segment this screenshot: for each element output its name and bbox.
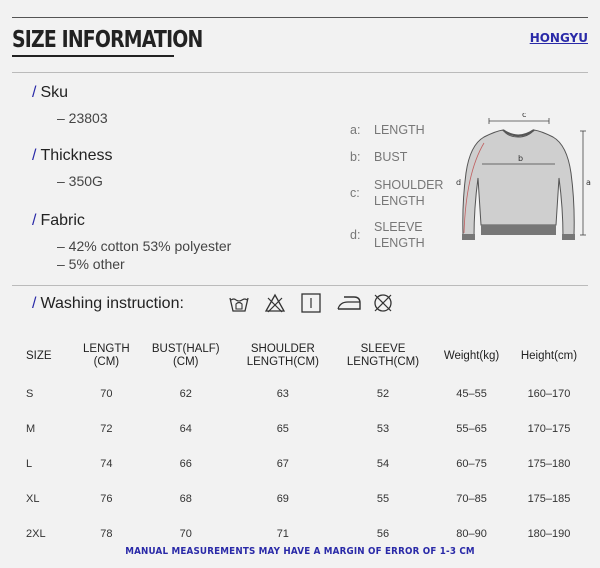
table-cell: 64	[179, 422, 192, 435]
table-cell: 69	[276, 492, 289, 505]
table-cell: 54	[376, 457, 390, 470]
table-row: XL 76 68 69 55 70–85 175–185	[16, 481, 588, 516]
washing-icons	[228, 292, 394, 314]
no-bleach-icon	[264, 292, 286, 314]
brand-link[interactable]: HONGYU	[530, 31, 588, 45]
column-header-shoulder: SHOULDER LENGTH(CM)	[246, 343, 319, 368]
fabric-line: – 5% other	[57, 256, 125, 272]
table-cell: 55–65	[456, 422, 487, 435]
diagram-label-b: b	[518, 154, 523, 163]
table-cell: 76	[100, 492, 113, 505]
washing-instruction-heading: / Washing instruction:	[32, 295, 184, 312]
sku-value: – 23803	[57, 110, 108, 126]
table-cell: 55	[376, 492, 390, 505]
legend-item-shoulder: c:SHOULDER LENGTH	[350, 178, 444, 208]
section-divider	[12, 72, 588, 73]
table-cell: 170–175	[527, 422, 571, 435]
legend-item-sleeve: d:SLEEVE LENGTH	[350, 220, 425, 250]
column-header-height: Height(cm)	[520, 349, 578, 362]
table-cell: 45–55	[456, 387, 487, 400]
table-cell: 74	[100, 457, 113, 470]
iron-icon	[336, 292, 361, 314]
table-header-row: SIZE LENGTH (CM) BUST(HALF) (CM) SHOULDER L…	[16, 336, 588, 376]
line-dry-icon	[300, 292, 322, 314]
table-cell: 52	[376, 387, 390, 400]
table-cell: 175–185	[527, 492, 571, 505]
table-row: M 72 64 65 53 55–65 170–175	[16, 411, 588, 446]
table-cell: 68	[179, 492, 192, 505]
table-cell: S	[26, 387, 34, 400]
table-cell: M	[26, 422, 36, 435]
hand-wash-icon	[228, 292, 250, 314]
column-header-length: LENGTH (CM)	[83, 343, 130, 368]
thickness-heading: / Thickness	[32, 147, 113, 164]
table-cell: 70–85	[456, 492, 487, 505]
column-header-size: SIZE	[26, 349, 52, 362]
table-cell: 66	[179, 457, 192, 470]
diagram-label-d: d	[456, 178, 461, 187]
table-cell: 67	[276, 457, 289, 470]
sku-heading: / Sku	[32, 84, 69, 101]
column-header-sleeve: SLEEVE LENGTH(CM)	[346, 343, 420, 368]
column-header-bust: BUST(HALF) (CM)	[151, 343, 220, 368]
table-row: S 70 62 63 52 45–55 160–170	[16, 376, 588, 411]
legend-item-bust: b: BUST	[350, 150, 408, 164]
size-table: SIZE LENGTH (CM) BUST(HALF) (CM) SHOULDER L…	[16, 336, 588, 551]
fabric-heading: / Fabric	[32, 212, 85, 229]
table-cell: 160–170	[527, 387, 571, 400]
table-cell: 70	[100, 387, 113, 400]
table-row: L 74 66 67 54 60–75 175–180	[16, 446, 588, 481]
diagram-label-a: a	[586, 178, 591, 187]
table-cell: L	[26, 457, 33, 470]
thickness-value: – 350G	[57, 173, 103, 189]
table-cell: 175–180	[527, 457, 571, 470]
fabric-line: – 42% cotton 53% polyester	[57, 238, 232, 254]
section-divider	[12, 285, 588, 286]
table-cell: 62	[179, 387, 192, 400]
table-cell: XL	[26, 492, 40, 505]
table-cell: 63	[276, 387, 289, 400]
no-dry-clean-icon	[372, 292, 394, 314]
column-header-weight: Weight(kg)	[443, 349, 500, 362]
footer-disclaimer: MANUAL MEASUREMENTS MAY HAVE A MARGIN OF…	[125, 546, 475, 557]
table-cell: 60–75	[456, 457, 487, 470]
title-underline	[12, 55, 174, 57]
legend-item-length: a: LENGTH	[350, 123, 425, 137]
top-divider	[12, 17, 588, 18]
page-title: SIZE INFORMATION	[12, 27, 203, 53]
diagram-label-c: c	[522, 113, 526, 119]
table-cell: 65	[276, 422, 289, 435]
sweater-measurement-diagram: c b a d	[456, 113, 591, 240]
table-cell: 53	[376, 422, 390, 435]
table-cell: 72	[100, 422, 113, 435]
